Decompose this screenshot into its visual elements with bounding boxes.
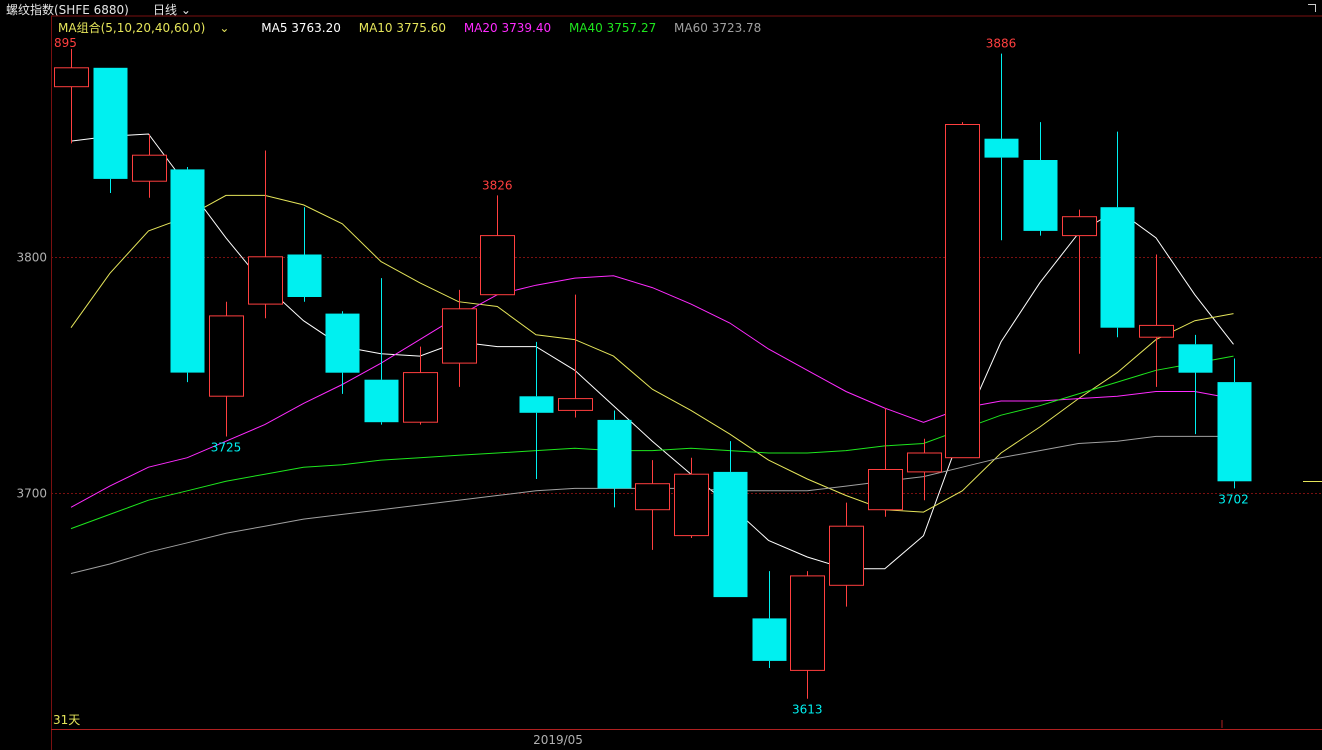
candle-body-up xyxy=(635,483,670,511)
candle xyxy=(597,410,632,508)
price-annotation: 3702 xyxy=(1218,492,1249,506)
candle xyxy=(1178,334,1213,435)
candle xyxy=(442,289,477,387)
price-annotation: 3886 xyxy=(986,37,1017,51)
candle xyxy=(1062,209,1097,354)
candle-body-up xyxy=(442,308,477,364)
candles xyxy=(54,48,1252,699)
candle xyxy=(403,346,438,425)
candle xyxy=(674,457,709,539)
candle xyxy=(54,48,89,144)
candle-body-down xyxy=(170,169,205,373)
candle xyxy=(1023,122,1058,236)
candle xyxy=(209,301,244,437)
candle-body-up xyxy=(403,372,438,423)
candle-body-up xyxy=(829,525,864,586)
candle xyxy=(1139,254,1174,387)
candle-body-down xyxy=(287,254,322,297)
candle-body-up xyxy=(132,154,167,182)
candlestick-chart[interactable]: 3700 3800 3826 3886 3725 3613 3702 895 31天 20… xyxy=(0,0,1322,750)
candle-body-up xyxy=(945,124,980,459)
price-annotation: 3725 xyxy=(211,440,242,454)
candle-body-up xyxy=(790,575,825,671)
candle-body-down xyxy=(713,471,748,598)
candle xyxy=(132,133,167,198)
candle xyxy=(1100,131,1135,338)
price-annotation: 3826 xyxy=(482,178,513,192)
candle xyxy=(93,67,128,194)
candle-body-up xyxy=(480,235,515,296)
candle xyxy=(519,341,554,479)
candle-body-down xyxy=(984,138,1019,158)
candle-body-up xyxy=(248,256,283,305)
candle-body-down xyxy=(93,67,128,179)
candle-body-down xyxy=(752,618,787,661)
top-left-price-label: 895 xyxy=(54,36,77,50)
candle xyxy=(480,195,515,296)
candle-body-up xyxy=(558,398,593,411)
annotations: 3826 3886 3725 3613 3702 xyxy=(211,37,1322,717)
candle xyxy=(790,571,825,699)
candle-body-up xyxy=(54,67,89,88)
candle xyxy=(325,311,360,394)
candle xyxy=(829,502,864,607)
candle-body-down xyxy=(519,396,554,413)
candle-body-up xyxy=(1062,216,1097,237)
candle xyxy=(907,438,942,501)
candle-body-down xyxy=(1100,207,1135,328)
candle xyxy=(287,207,322,302)
candle-body-up xyxy=(674,473,709,537)
candle xyxy=(635,460,670,550)
y-tick-label: 3800 xyxy=(16,251,47,265)
candle xyxy=(984,53,1019,241)
candle-body-down xyxy=(325,313,360,373)
candle-body-up xyxy=(209,315,244,397)
candle xyxy=(713,441,748,598)
candle xyxy=(170,167,205,383)
candle-body-down xyxy=(1023,160,1058,231)
candle-body-down xyxy=(597,419,632,489)
candle-body-up xyxy=(1139,324,1174,338)
candle-body-down xyxy=(1217,382,1252,482)
candle xyxy=(1217,358,1252,489)
y-tick-label: 3700 xyxy=(16,487,47,501)
candle-body-down xyxy=(1178,344,1213,373)
candle xyxy=(868,408,903,517)
days-count-label: 31天 xyxy=(53,713,80,727)
candle xyxy=(248,150,283,319)
candle-body-up xyxy=(868,469,903,511)
price-annotation: 3613 xyxy=(792,703,823,717)
x-tick-label: 2019/05 xyxy=(533,733,583,747)
candle xyxy=(945,122,980,459)
candle xyxy=(752,571,787,669)
candle-body-down xyxy=(364,379,399,423)
candle xyxy=(558,294,593,418)
candle-body-up xyxy=(907,452,942,473)
